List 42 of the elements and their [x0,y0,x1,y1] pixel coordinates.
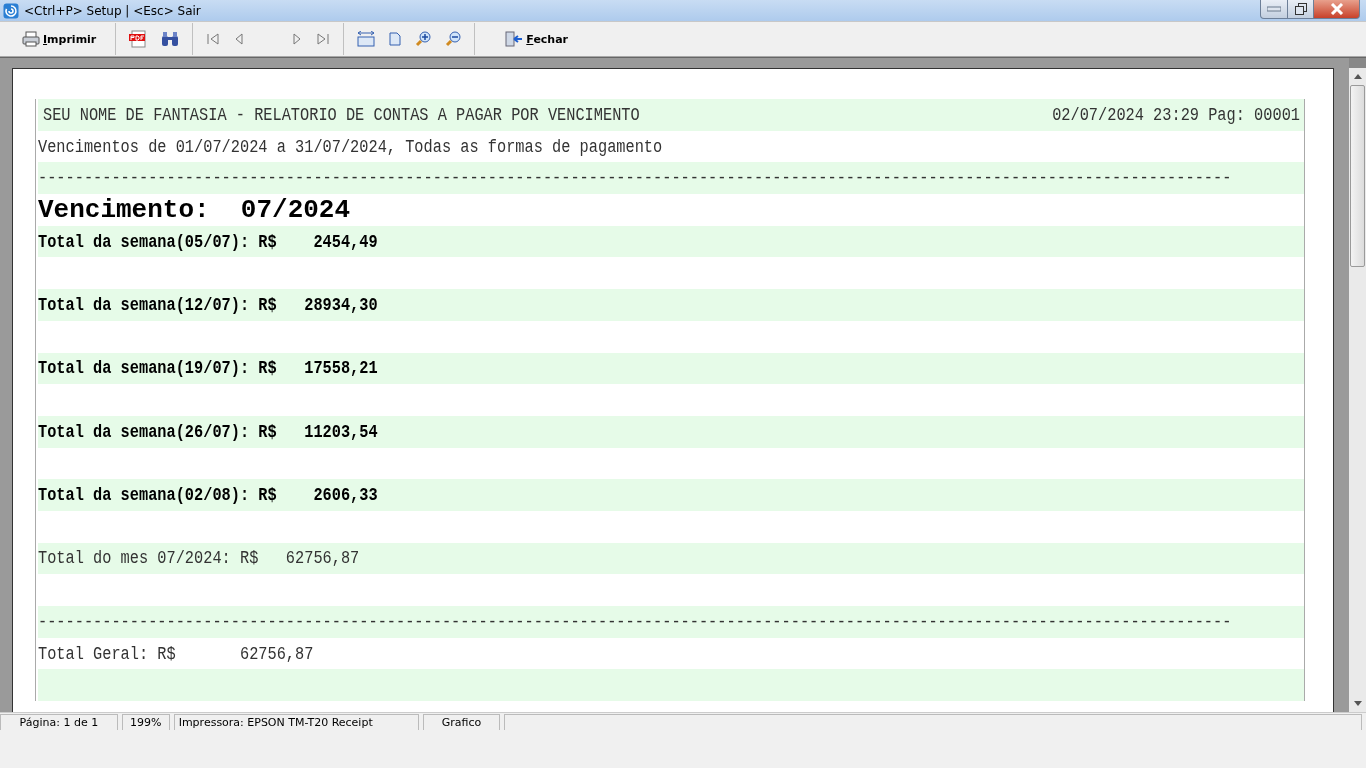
app-icon [3,2,19,19]
close-report-button[interactable]: Fechar [495,28,579,50]
report-line: ---------------------------------------------------------------------------------------------------------------------------------- [38,611,1232,633]
page-icon [389,32,402,46]
next-icon [292,32,303,46]
zoom-in-icon [415,31,432,47]
zoom-level: 199% [121,714,170,730]
minimize-icon [1267,6,1281,12]
binoculars-icon [161,31,180,47]
scrollbar[interactable] [1349,68,1366,712]
window-title: <Ctrl+P> Setup | <Esc> Sair [24,3,201,18]
report-date-page: 02/07/2024 23:29 Pag: 00001 [1052,104,1300,126]
door-arrow-icon [505,31,524,47]
last-page-icon [316,32,331,46]
printer-icon [22,31,40,47]
page-count: Página: 1 de 1 [0,714,118,730]
page-width-icon [357,31,376,47]
weekly-total: Total da semana(19/07): R$ 17558,21 [38,358,378,379]
close-icon [1329,3,1344,15]
restore-button[interactable] [1288,0,1314,19]
print-button[interactable]: Imprimir [12,28,107,50]
printer-name: Impressora: EPSON TM-T20 Receipt [173,714,420,730]
report-line: ---------------------------------------------------------------------------------------------------------------------------------- [38,167,1232,189]
weekly-total: Total da semana(05/07): R$ 2454,49 [38,231,378,252]
scroll-up-icon[interactable] [1353,74,1362,79]
weekly-total: Total da semana(26/07): R$ 11203,54 [38,421,378,443]
scroll-thumb[interactable] [1350,85,1365,267]
report-title: SEU NOME DE FANTASIA - RELATORIO DE CONTAS A PAGAR POR VENCIMENTO [43,104,640,126]
section-heading: Vencimento: 07/2024 [38,194,351,225]
pdf-icon [129,30,148,48]
close-button[interactable] [1314,0,1360,19]
restore-icon [1294,3,1307,15]
report-line: Total do mes 07/2024: R$ 62756,87 [38,548,360,569]
previous-icon [234,32,245,46]
weekly-total: Total da semana(02/08): R$ 2606,33 [38,484,378,506]
report-line: Vencimentos de 01/07/2024 a 31/07/2024, Todas as formas de pagamento [38,136,663,157]
render-mode: Grafico [423,714,500,730]
report-line: Total Geral: R$ 62756,87 [38,643,314,664]
first-page-icon [206,32,221,46]
zoom-out-icon [445,31,462,47]
scroll-down-icon[interactable] [1353,701,1362,706]
weekly-total: Total da semana(12/07): R$ 28934,30 [38,294,378,316]
